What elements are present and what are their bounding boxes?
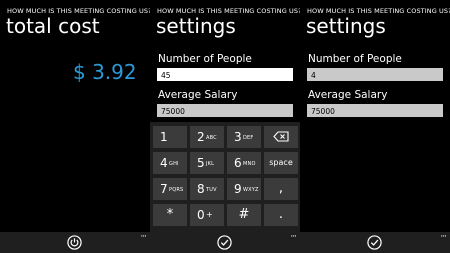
key-digit: 5	[197, 156, 205, 170]
more-menu-button[interactable]: ···	[140, 232, 147, 242]
app-bar: ···	[150, 232, 300, 253]
key-letters: +	[206, 210, 213, 219]
key-letters: TUV	[206, 187, 217, 193]
check-icon[interactable]	[217, 235, 232, 250]
settings-screen-editing: HOW MUCH IS THIS MEETING COSTING US? set…	[150, 0, 300, 253]
backspace-icon	[273, 131, 289, 142]
salary-input[interactable]: 75000	[307, 104, 443, 117]
key-label: *	[166, 207, 174, 222]
salary-input[interactable]: 75000	[157, 104, 293, 117]
key-3[interactable]: 3 DEF	[227, 126, 261, 148]
key-digit: 9	[234, 182, 242, 196]
key-letters: ABC	[206, 135, 217, 141]
salary-label: Average Salary	[158, 89, 238, 101]
key-label: space	[269, 158, 293, 167]
key-2[interactable]: 2 ABC	[190, 126, 224, 148]
key-label: #	[238, 207, 250, 222]
key-4[interactable]: 4 GHI	[153, 152, 187, 174]
key-digit: 4	[160, 156, 168, 170]
key-digit: 8	[197, 182, 205, 196]
key-0[interactable]: 0 +	[190, 204, 224, 226]
page-title: settings	[156, 14, 236, 38]
total-cost-value: $ 3.92	[73, 60, 137, 84]
key-letters: JKL	[206, 161, 215, 167]
people-label: Number of People	[158, 53, 252, 65]
more-menu-button[interactable]: ···	[440, 232, 447, 242]
key-backspace[interactable]	[264, 126, 298, 148]
key-5[interactable]: 5 JKL	[190, 152, 224, 174]
key-label: .	[278, 207, 284, 222]
salary-label: Average Salary	[308, 89, 388, 101]
key-letters: MNO	[243, 161, 256, 167]
key-8[interactable]: 8 TUV	[190, 178, 224, 200]
page-title: settings	[306, 14, 386, 38]
people-label: Number of People	[308, 53, 402, 65]
key-digit: 0	[197, 208, 205, 222]
key-digit: 1	[160, 130, 168, 144]
key-letters: DEF	[243, 135, 254, 141]
numeric-keypad: 1 2 ABC 3 DEF 4 GHI 5 JKL 6 MNO space 7 …	[150, 122, 300, 232]
people-input[interactable]: 4	[307, 68, 443, 81]
key-comma[interactable]: ,	[264, 178, 298, 200]
key-space[interactable]: space	[264, 152, 298, 174]
page-title: total cost	[6, 14, 100, 38]
key-letters: PQRS	[169, 187, 184, 193]
settings-screen-saved: HOW MUCH IS THIS MEETING COSTING US? set…	[300, 0, 450, 253]
app-bar: ···	[300, 232, 450, 253]
key-label: ,	[278, 181, 284, 196]
key-letters: WXYZ	[243, 187, 259, 193]
total-cost-screen: HOW MUCH IS THIS MEETING COSTING US? tot…	[0, 0, 150, 253]
key-digit: 6	[234, 156, 242, 170]
app-bar: ···	[0, 232, 150, 253]
power-icon[interactable]	[67, 235, 82, 250]
key-1[interactable]: 1	[153, 126, 187, 148]
people-input[interactable]: 45	[157, 68, 293, 81]
key-digit: 7	[160, 182, 168, 196]
key-period[interactable]: .	[264, 204, 298, 226]
key-letters: GHI	[169, 161, 179, 167]
key-6[interactable]: 6 MNO	[227, 152, 261, 174]
more-menu-button[interactable]: ···	[290, 232, 297, 242]
key-asterisk[interactable]: *	[153, 204, 187, 226]
key-9[interactable]: 9 WXYZ	[227, 178, 261, 200]
key-7[interactable]: 7 PQRS	[153, 178, 187, 200]
key-digit: 2	[197, 130, 205, 144]
check-icon[interactable]	[367, 235, 382, 250]
key-digit: 3	[234, 130, 242, 144]
key-hash[interactable]: #	[227, 204, 261, 226]
